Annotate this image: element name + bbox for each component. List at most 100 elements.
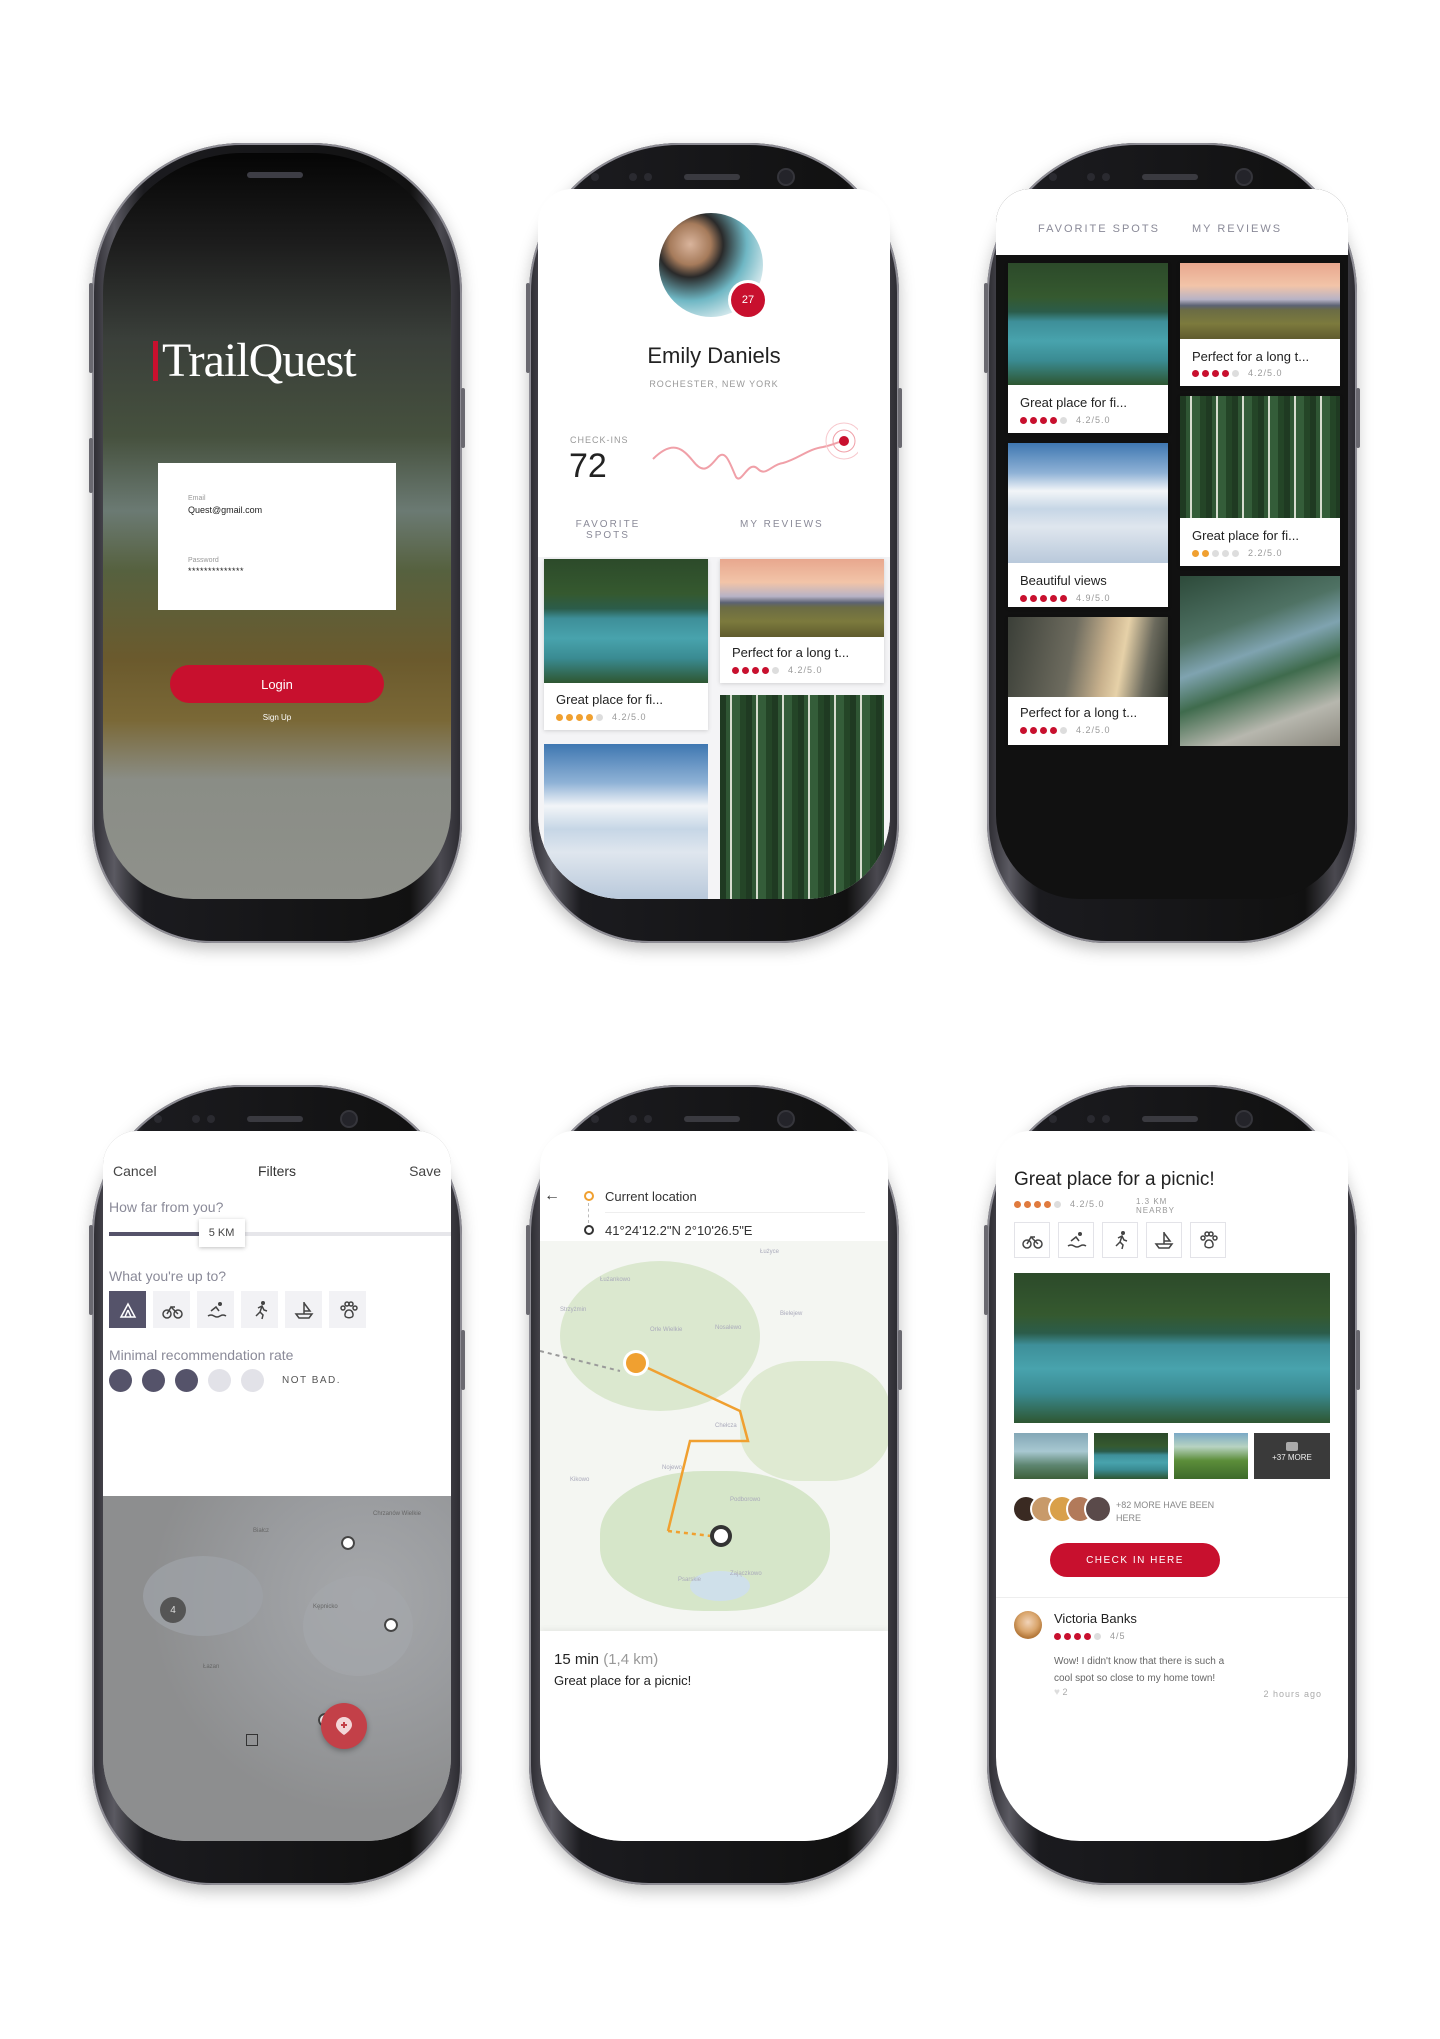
route-map[interactable]: Łużyce Łużankowo Strzyżmin Orle Wielkie … [540,1241,888,1661]
spot-rating: 4.2/5.0 [1014,1199,1105,1209]
spot-thumbnail[interactable] [1174,1433,1248,1479]
start-marker[interactable] [626,1353,646,1373]
locate-icon[interactable] [246,1734,258,1746]
spot-image [720,695,884,899]
origin-dot-icon [584,1191,594,1201]
spot-image [1008,263,1168,385]
spot-activity-row [1014,1222,1226,1258]
activity-paw-button[interactable] [329,1291,366,1328]
route-distance: (1,4 km) [603,1651,659,1668]
map-label: Chrzanów Wielkie [373,1511,422,1517]
save-button[interactable]: Save [409,1163,441,1179]
spot-title: Perfect for a long t... [732,645,850,660]
spot-image [1180,576,1340,746]
spot-thumbnail[interactable] [1094,1433,1168,1479]
spot-title: Great place for fi... [556,692,663,707]
route-destination: Great place for a picnic! [554,1673,692,1688]
paw-icon [339,1300,358,1318]
distance-slider[interactable]: 5 KM [109,1219,451,1247]
signup-link[interactable]: Sign Up [103,713,451,722]
route-path [540,1350,750,1539]
spot-card[interactable]: Perfect for a long t... 4.2/5.0 [1180,263,1340,386]
map-cluster[interactable]: 4 [160,1597,186,1623]
spot-main-photo[interactable] [1014,1273,1330,1423]
tab-favorite-spots[interactable]: FAVORITE SPOTS [1038,223,1160,235]
rate-dot[interactable] [109,1369,132,1392]
checkin-button[interactable]: CHECK IN HERE [1050,1543,1220,1577]
login-screen: TrailQuest Email Quest@gmail.com Passwor… [103,153,451,899]
login-button[interactable]: Login [170,665,384,703]
profile-screen: 27 Emily Daniels ROCHESTER, NEW YORK CHE… [538,189,890,899]
boat-icon [1154,1232,1174,1249]
review-author: Victoria Banks [1054,1611,1137,1626]
visitor-avatars[interactable] [1014,1497,1110,1521]
phone-login: TrailQuest Email Quest@gmail.com Passwor… [89,143,465,943]
map-area[interactable]: Chrzanów Wielkie Białcz Kępnicko Łazan 4 [103,1496,451,1841]
activity-swim-button[interactable] [197,1291,234,1328]
spot-activity-paw [1190,1222,1226,1258]
paw-icon [1200,1231,1218,1249]
spot-distance: 1.3 KM NEARBY [1136,1197,1175,1215]
current-location-field[interactable]: Current location [605,1189,697,1204]
spot-rating: 4.2/5.0 [1020,415,1111,425]
spot-card[interactable]: Great place for fi... 4.2/5.0 [544,559,708,730]
filters-screen: Chrzanów Wielkie Białcz Kępnicko Łazan 4… [103,1131,451,1841]
login-logo: TrailQuest [153,333,357,388]
phone-gallery: FAVORITE SPOTS MY REVIEWS Great place fo… [984,143,1360,943]
route-screen: Łużyce Łużankowo Strzyżmin Orle Wielkie … [540,1131,888,1841]
checkins-label: CHECK-INS [570,435,629,445]
tab-my-reviews[interactable]: MY REVIEWS [1192,223,1282,235]
rate-label: NOT BAD. [282,1375,342,1386]
distance-slider-value[interactable]: 5 KM [198,1219,245,1247]
visitors-text: +82 MORE HAVE BEEN HERE [1116,1500,1215,1523]
back-arrow-icon[interactable]: ← [544,1187,560,1205]
rate-dot[interactable] [142,1369,165,1392]
review-rating: 4/5 [1054,1631,1126,1641]
rate-question: Minimal recommendation rate [109,1347,294,1363]
rate-dot[interactable] [208,1369,231,1392]
spot-title: Great place for fi... [1020,395,1127,410]
spot-image [720,559,884,637]
spot-card[interactable]: Perfect for a long t... 4.2/5.0 [1008,617,1168,745]
swim-icon [207,1301,226,1318]
spot-card[interactable]: Perfect for a long t... 4.2/5.0 [720,559,884,683]
rate-dot[interactable] [175,1369,198,1392]
route-duration: 15 min [554,1651,600,1668]
notification-badge[interactable]: 27 [731,283,765,317]
rate-row[interactable]: NOT BAD. [109,1369,341,1392]
tab-my-reviews[interactable]: MY REVIEWS [740,519,824,530]
activity-camping-button[interactable] [109,1291,146,1328]
email-field[interactable]: Quest@gmail.com [188,505,262,515]
map-marker[interactable] [341,1536,355,1550]
profile-location: ROCHESTER, NEW YORK [649,379,779,389]
spot-title: Perfect for a long t... [1020,705,1138,720]
activity-run-button[interactable] [241,1291,278,1328]
spot-card[interactable]: Great place for fi... 4.2/5.0 [1008,263,1168,433]
password-field[interactable]: ************** [188,566,244,576]
more-photos-button[interactable]: +37 MORE [1254,1433,1330,1479]
spot-activity-bike [1014,1222,1050,1258]
phone-spot-detail: Great place for a picnic! 4.2/5.0 1.3 KM… [984,1085,1360,1885]
checkins-value: 72 [569,447,607,485]
spot-thumbnail[interactable] [1014,1433,1088,1479]
spot-image [1008,443,1168,563]
distance-question: How far from you? [109,1199,224,1215]
map-marker[interactable] [384,1618,398,1632]
spot-card[interactable]: Beautiful views 4.9/5.0 [1008,443,1168,607]
activity-bike-button[interactable] [153,1291,190,1328]
camera-icon [1286,1442,1298,1451]
tab-favorite-spots[interactable]: FAVORITE SPOTS [563,519,653,541]
filter-sheet: Cancel Filters Save How far from you? 5 … [103,1131,451,1496]
profile-name: Emily Daniels [647,343,781,368]
spot-rating: 2.2/5.0 [1192,548,1283,558]
review-likes[interactable]: ♥ 2 [1054,1687,1067,1698]
destination-field[interactable]: 41°24'12.2"N 2°10'26.5"E [605,1223,752,1238]
spot-card[interactable]: Great place for fi... 2.2/5.0 [1180,396,1340,566]
rate-dot[interactable] [241,1369,264,1392]
activity-boat-button[interactable] [285,1291,322,1328]
run-icon [254,1300,267,1319]
add-spot-button[interactable] [321,1703,367,1749]
phone-route: Łużyce Łużankowo Strzyżmin Orle Wielkie … [526,1085,902,1885]
spot-rating: 4.2/5.0 [556,712,647,722]
destination-marker[interactable] [714,1529,728,1543]
